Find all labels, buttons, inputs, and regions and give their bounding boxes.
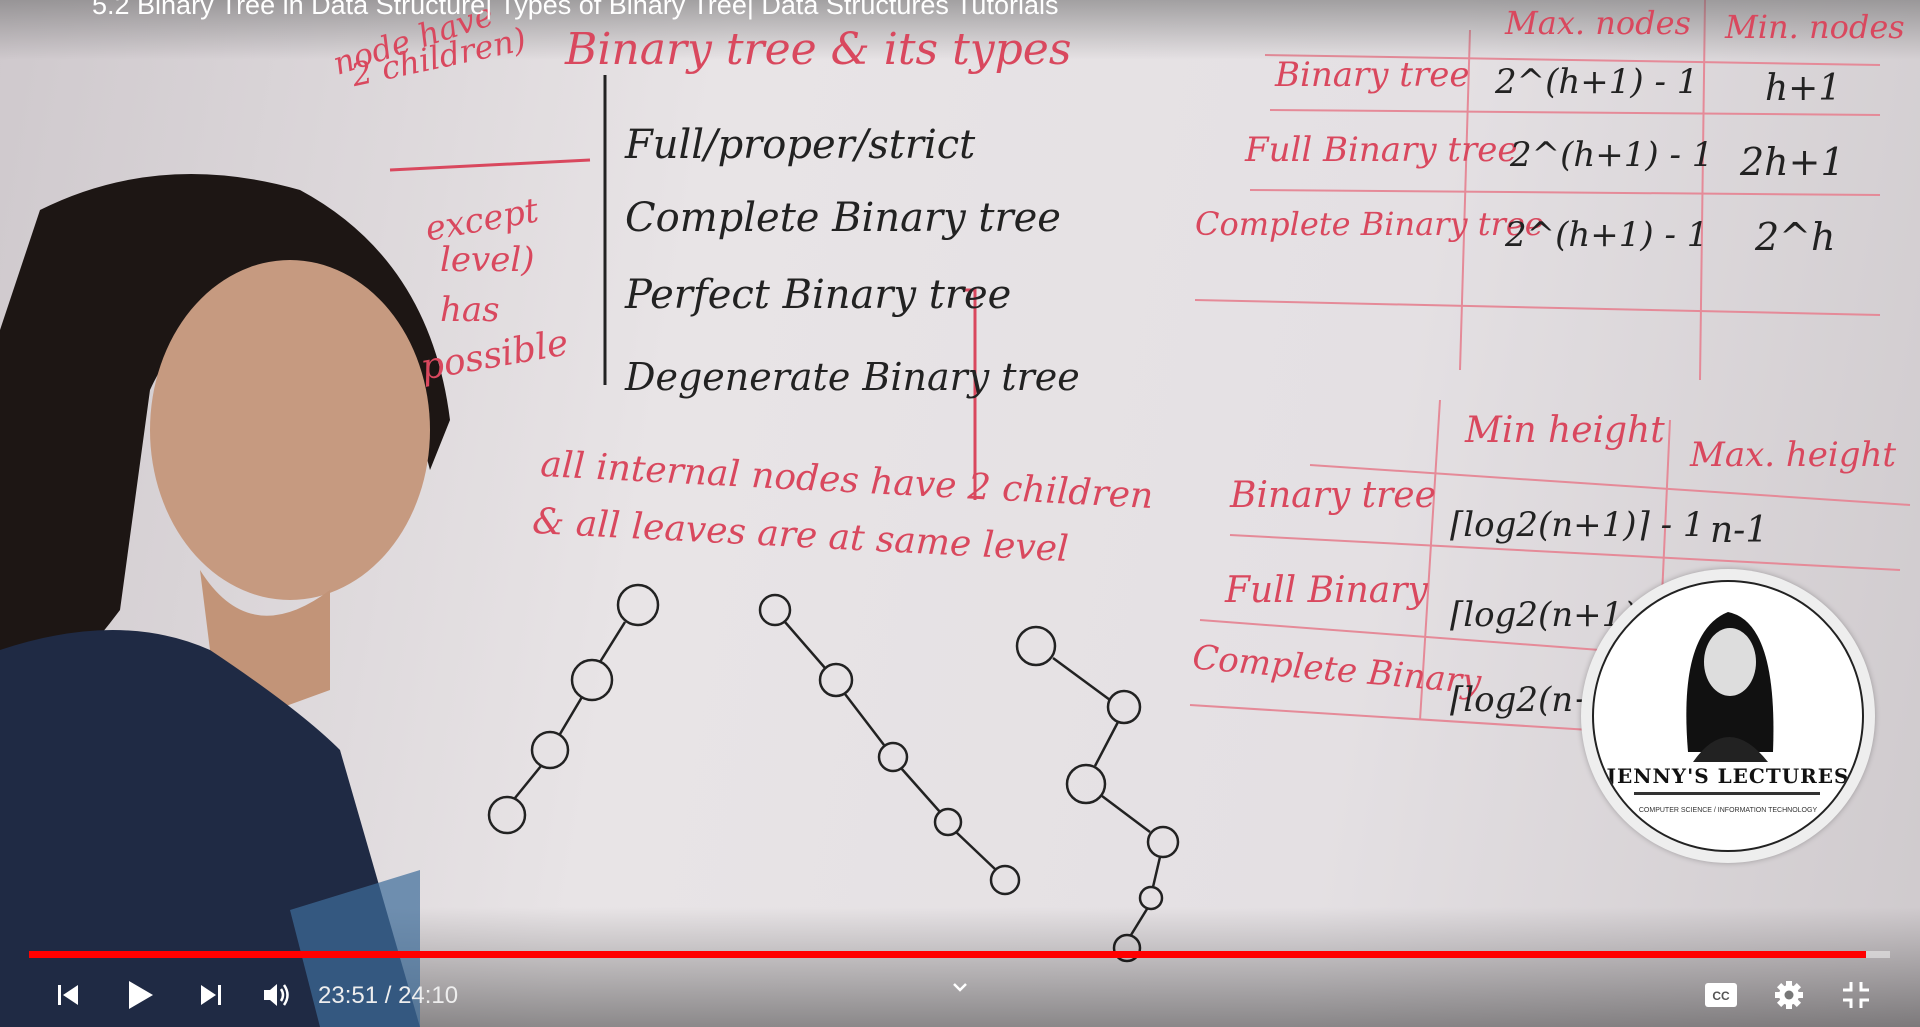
table1-cell: 2^(h+1) - 1 [1510, 135, 1714, 175]
table2-cell: Full Binary [1225, 570, 1428, 611]
volume-button[interactable] [257, 975, 297, 1015]
channel-logo: JENNY'S LECTURES COMPUTER SCIENCE / INFO… [1581, 569, 1875, 863]
table1-cell: 2^(h+1) - 1 [1505, 215, 1709, 255]
table1-cell: 2h+1 [1740, 140, 1845, 184]
settings-button[interactable] [1768, 975, 1810, 1015]
table2-cell: n-1 [1710, 510, 1769, 551]
type-item: Degenerate Binary tree [625, 355, 1080, 399]
table1-header: Max. nodes [1505, 4, 1691, 42]
table1-cell: Binary tree [1275, 55, 1470, 95]
volume-icon [264, 984, 289, 1006]
table1-cell: Full Binary tree [1245, 130, 1518, 170]
type-item: Full/proper/strict [625, 122, 976, 168]
whiteboard-heading: Binary tree & its types [565, 24, 1072, 75]
captions-button[interactable]: CC [1700, 975, 1742, 1015]
svg-text:CC: CC [1712, 989, 1730, 1003]
table1-header: Min. nodes [1725, 8, 1905, 46]
previous-button[interactable] [48, 975, 88, 1015]
table2-cell: ⌈log2(n+ [1450, 680, 1602, 720]
table2-header: Min height [1465, 410, 1665, 451]
table1-cell: 2^h [1755, 215, 1836, 259]
video-player[interactable]: Binary tree & its types node have 2 chil… [0, 0, 1920, 1027]
next-button[interactable] [191, 975, 231, 1015]
settings-icon [1775, 981, 1803, 1009]
previous-icon [58, 985, 78, 1005]
progress-fill [29, 951, 1866, 958]
logo-portrait [1686, 612, 1774, 762]
table1-cell: h+1 [1765, 68, 1842, 109]
table2-cell: Binary tree [1230, 475, 1436, 516]
exit-fullscreen-icon [1843, 982, 1869, 1008]
logo-subtitle: COMPUTER SCIENCE / INFORMATION TECHNOLOG… [1638, 807, 1818, 814]
type-item: Complete Binary tree [625, 195, 1061, 241]
whiteboard-note: has [440, 290, 500, 330]
chevron-down-icon [953, 983, 967, 992]
play-icon [129, 981, 153, 1009]
type-item: Perfect Binary tree [625, 272, 1012, 318]
exit-fullscreen-button[interactable] [1835, 975, 1877, 1015]
progress-bar[interactable] [29, 951, 1890, 958]
whiteboard-note: level) [440, 240, 535, 280]
captions-icon: CC [1705, 983, 1737, 1007]
chapter-chevron-button[interactable] [945, 972, 975, 1002]
time-display: 23:51 / 24:10 [318, 982, 459, 1009]
play-button[interactable] [118, 975, 162, 1015]
table2-cell: ⌈log2(n+1)⌉ - 1 [1450, 505, 1705, 545]
next-icon [201, 985, 221, 1005]
table1-cell: Complete Binary tree [1195, 205, 1544, 243]
table1-cell: 2^(h+1) - 1 [1495, 62, 1699, 102]
table2-header: Max. height [1690, 435, 1897, 475]
logo-name: JENNY'S LECTURES [1606, 764, 1850, 788]
video-title[interactable]: 5.2 Binary Tree in Data Structure| Types… [92, 0, 1058, 21]
